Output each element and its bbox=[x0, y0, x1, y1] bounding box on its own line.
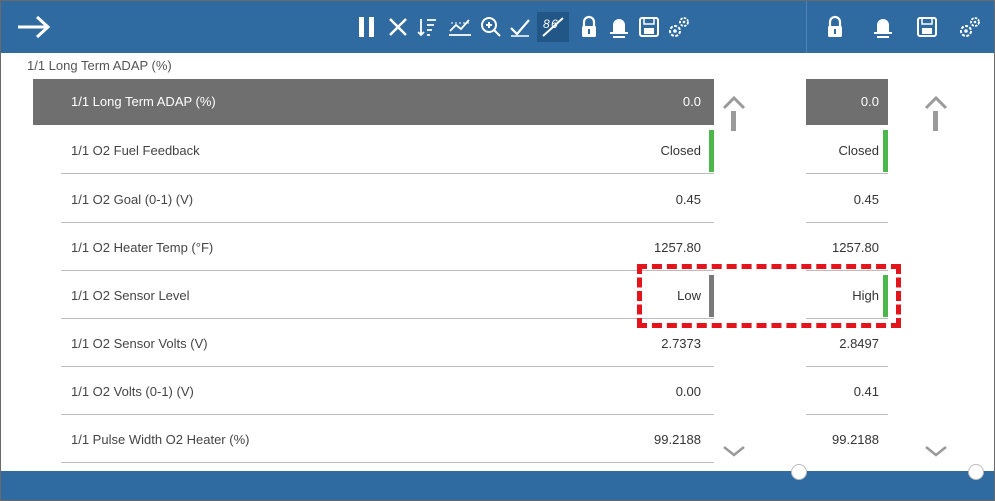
clear-icon[interactable] bbox=[384, 12, 412, 42]
row-value: 0.45 bbox=[675, 192, 701, 207]
row-divider bbox=[61, 366, 714, 367]
table-row[interactable]: 1/1 Pulse Width O2 Heater (%) 99.2188 bbox=[33, 417, 714, 463]
chevron-up-icon bbox=[722, 95, 746, 131]
row-divider bbox=[61, 462, 714, 463]
row-value: 99.2188 bbox=[654, 432, 701, 447]
zoom-icon[interactable] bbox=[477, 12, 505, 42]
chevron-down-icon bbox=[925, 446, 947, 457]
settings-icon[interactable] bbox=[665, 12, 693, 42]
table-row[interactable]: 1/1 O2 Sensor Level Low bbox=[33, 273, 714, 319]
compare-value: 1257.80 bbox=[832, 240, 879, 255]
compare-value: 99.2188 bbox=[832, 432, 879, 447]
row-divider bbox=[61, 414, 714, 415]
sort-icon[interactable] bbox=[414, 12, 442, 42]
compare-value: 0.0 bbox=[860, 94, 879, 109]
lock-icon[interactable] bbox=[575, 12, 603, 42]
compare-row[interactable]: 0.41 bbox=[806, 369, 888, 415]
row-name: 1/1 O2 Volts (0-1) (V) bbox=[71, 384, 194, 399]
row-divider bbox=[806, 414, 888, 415]
chevron-down-icon bbox=[723, 446, 745, 457]
row-name: 1/1 O2 Heater Temp (°F) bbox=[71, 240, 214, 255]
arrow-right-icon[interactable] bbox=[15, 13, 55, 41]
row-name: 1/1 O2 Goal (0-1) (V) bbox=[71, 192, 194, 207]
row-value: 2.7373 bbox=[661, 336, 701, 351]
compare-value: 0.45 bbox=[853, 192, 879, 207]
graph-scale-icon[interactable] bbox=[446, 12, 474, 42]
app-window: 86 1/1 Long Term ADAP (%) 1/1 Long Term … bbox=[0, 0, 995, 501]
compare-row[interactable]: 99.2188 bbox=[806, 417, 888, 463]
row-divider bbox=[61, 173, 714, 174]
row-divider bbox=[806, 366, 888, 367]
row-name: 1/1 O2 Sensor Level bbox=[71, 288, 190, 303]
compare-row[interactable]: Closed bbox=[806, 128, 888, 174]
compare-value: Closed bbox=[838, 143, 879, 158]
scroll-up-button[interactable] bbox=[719, 93, 749, 137]
status-marker bbox=[883, 130, 888, 172]
compare-row[interactable]: 0.0 bbox=[806, 79, 888, 125]
chevron-up-icon bbox=[924, 95, 948, 131]
row-value: 0.00 bbox=[675, 384, 701, 399]
status-marker bbox=[709, 130, 714, 172]
slider-handle[interactable] bbox=[791, 464, 807, 480]
save-icon[interactable] bbox=[635, 12, 663, 42]
save-icon[interactable] bbox=[913, 12, 941, 42]
lock-icon[interactable] bbox=[821, 12, 849, 42]
table-row[interactable]: 1/1 Long Term ADAP (%) 0.0 bbox=[33, 79, 714, 125]
row-name: 1/1 O2 Fuel Feedback bbox=[71, 143, 200, 158]
compare-row[interactable]: 0.45 bbox=[806, 177, 888, 223]
table-row[interactable]: 1/1 O2 Goal (0-1) (V) 0.45 bbox=[33, 177, 714, 223]
row-value: 0.0 bbox=[682, 94, 701, 109]
row-divider bbox=[806, 222, 888, 223]
selected-parameter-title: 1/1 Long Term ADAP (%) bbox=[27, 58, 172, 73]
scroll-down-button[interactable] bbox=[921, 441, 951, 461]
compare-value: 0.41 bbox=[853, 384, 879, 399]
compare-icon[interactable]: 86 bbox=[537, 12, 569, 42]
row-name: 1/1 O2 Sensor Volts (V) bbox=[71, 336, 208, 351]
slider-handle[interactable] bbox=[968, 464, 984, 480]
toolbar: 86 bbox=[1, 1, 994, 53]
pause-icon[interactable] bbox=[353, 12, 381, 42]
row-divider bbox=[806, 173, 888, 174]
row-name: 1/1 Pulse Width O2 Heater (%) bbox=[71, 432, 250, 447]
row-name: 1/1 Long Term ADAP (%) bbox=[71, 94, 216, 109]
settings-icon[interactable] bbox=[956, 12, 984, 42]
bell-icon[interactable] bbox=[605, 12, 633, 42]
scroll-up-button[interactable] bbox=[921, 93, 951, 137]
row-divider bbox=[61, 222, 714, 223]
row-divider bbox=[61, 318, 714, 319]
row-divider bbox=[61, 270, 714, 271]
table-row[interactable]: 1/1 O2 Sensor Volts (V) 2.7373 bbox=[33, 321, 714, 367]
bottom-bar bbox=[1, 473, 994, 500]
select-icon[interactable] bbox=[506, 12, 534, 42]
table-row[interactable]: 1/1 O2 Heater Temp (°F) 1257.80 bbox=[33, 225, 714, 271]
scroll-down-button[interactable] bbox=[719, 441, 749, 461]
toolbar-divider bbox=[806, 1, 807, 53]
table-row[interactable]: 1/1 O2 Fuel Feedback Closed bbox=[33, 128, 714, 174]
bell-icon[interactable] bbox=[869, 12, 897, 42]
highlight-annotation bbox=[637, 264, 901, 328]
row-value: 1257.80 bbox=[654, 240, 701, 255]
svg-text:8: 8 bbox=[543, 17, 550, 31]
table-row[interactable]: 1/1 O2 Volts (0-1) (V) 0.00 bbox=[33, 369, 714, 415]
compare-value: 2.8497 bbox=[839, 336, 879, 351]
row-value: Closed bbox=[660, 143, 701, 158]
